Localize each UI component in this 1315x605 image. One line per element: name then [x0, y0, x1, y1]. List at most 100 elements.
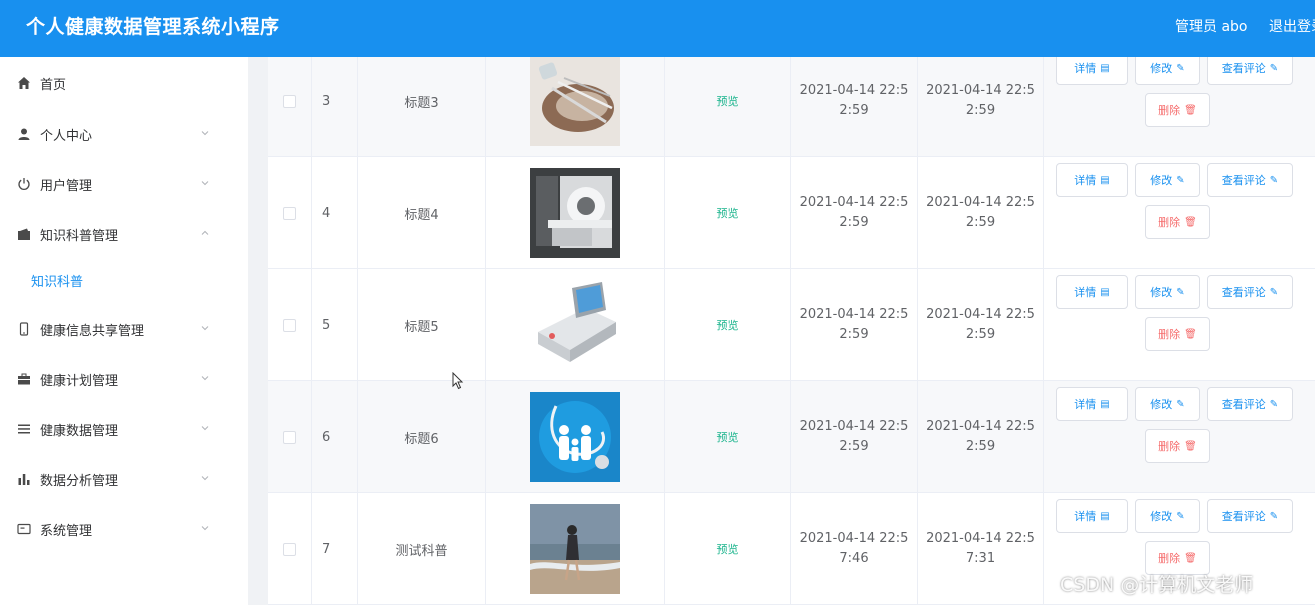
row-checkbox[interactable] — [283, 206, 296, 220]
edit-button[interactable]: 修改 ✎ — [1135, 275, 1200, 309]
edit-button-label: 修改 — [1150, 286, 1173, 299]
detail-button-label: 详情 — [1074, 510, 1097, 523]
title-cell: 标题5 — [358, 269, 486, 381]
updated-time-line2: 2:59 — [965, 327, 996, 342]
updated-time-line1: 2021-04-14 22:5 — [926, 83, 1035, 98]
row-checkbox[interactable] — [283, 542, 296, 556]
sidebar-item-personal-center[interactable]: 个人中心 — [0, 116, 248, 152]
row-checkbox[interactable] — [283, 430, 296, 444]
trash-icon: 🗑 — [1184, 216, 1197, 228]
updated-time-cell: 2021-04-14 22:5 2:59 — [918, 57, 1044, 157]
detail-button-label: 详情 — [1074, 398, 1097, 411]
sidebar-menu: 首页 个人中心 用户管理 知识科普管理 知识科普 健康信息共享管理 健康计划管理… — [0, 57, 248, 605]
list-icon — [17, 422, 31, 436]
sidebar-item-label: 用户管理 — [40, 178, 93, 194]
preview-link[interactable]: 预览 — [717, 205, 739, 221]
logout-link[interactable]: 退出登录 — [1269, 16, 1315, 36]
chevron-down-icon — [201, 426, 209, 431]
image-cell — [486, 269, 665, 381]
pencil-icon: ✎ — [1176, 62, 1185, 74]
view-comments-button[interactable]: 查看评论 ✎ — [1207, 57, 1293, 85]
edit-button-label: 修改 — [1150, 398, 1173, 411]
delete-button[interactable]: 删除 🗑 — [1145, 429, 1210, 463]
trash-icon: 🗑 — [1184, 552, 1197, 564]
sidebar-item-label: 健康信息共享管理 — [40, 323, 145, 339]
index-cell: 3 — [312, 57, 358, 157]
sidebar-item-data-analysis[interactable]: 数据分析管理 — [0, 461, 248, 497]
view-comments-button[interactable]: 查看评论 ✎ — [1207, 387, 1293, 421]
sidebar-item-home[interactable]: 首页 — [0, 65, 248, 101]
image-cell — [486, 381, 665, 493]
row-checkbox[interactable] — [283, 94, 296, 108]
sidebar-item-user-management[interactable]: 用户管理 — [0, 166, 248, 202]
index-cell: 5 — [312, 269, 358, 381]
pencil-icon: ✎ — [1269, 174, 1279, 186]
created-time-line2: 2:59 — [839, 103, 869, 118]
edit-button[interactable]: 修改 ✎ — [1135, 163, 1200, 197]
created-time-cell: 2021-04-14 22:5 7:46 — [791, 493, 918, 605]
operations-cell: 详情 ▤ 修改 ✎ 查看评论 ✎ 删除 🗑 — [1044, 57, 1315, 157]
sidebar-item-health-data[interactable]: 健康数据管理 — [0, 411, 248, 447]
detail-button[interactable]: 详情 ▤ — [1056, 387, 1128, 421]
chevron-down-icon — [201, 326, 209, 331]
updated-time-line2: 2:59 — [965, 215, 996, 230]
table-row: 3 标题3 预览 2021-04-14 22:5 2:59 2021-04-14 … — [268, 57, 1315, 157]
beach-person-image — [530, 504, 620, 594]
detail-button[interactable]: 详情 ▤ — [1056, 275, 1128, 309]
edit-button[interactable]: 修改 ✎ — [1135, 387, 1200, 421]
dental-tools-image — [530, 57, 620, 146]
created-time-cell: 2021-04-14 22:5 2:59 — [791, 269, 918, 381]
title-cell: 标题6 — [358, 381, 486, 493]
preview-link[interactable]: 预览 — [717, 541, 739, 557]
briefcase-icon — [17, 372, 31, 386]
view-comments-button[interactable]: 查看评论 ✎ — [1207, 499, 1293, 533]
created-time-line1: 2021-04-14 22:5 — [799, 531, 909, 546]
sidebar-item-health-info-sharing[interactable]: 健康信息共享管理 — [0, 311, 248, 347]
delete-button[interactable]: 删除 🗑 — [1145, 317, 1210, 351]
created-time-line1: 2021-04-14 22:5 — [799, 307, 909, 322]
view-comments-button[interactable]: 查看评论 ✎ — [1207, 275, 1293, 309]
detail-button[interactable]: 详情 ▤ — [1056, 57, 1128, 85]
view-comments-label: 查看评论 — [1221, 510, 1266, 523]
created-time-line2: 2:59 — [839, 439, 869, 454]
document-icon: ▤ — [1100, 510, 1110, 522]
pencil-icon: ✎ — [1176, 510, 1185, 522]
chevron-down-icon — [201, 526, 209, 531]
delete-button[interactable]: 删除 🗑 — [1145, 205, 1210, 239]
view-comments-label: 查看评论 — [1221, 62, 1266, 75]
created-time-line2: 2:59 — [839, 215, 869, 230]
index-cell: 4 — [312, 157, 358, 269]
ct-scanner-image — [530, 168, 620, 258]
edit-button[interactable]: 修改 ✎ — [1135, 57, 1200, 85]
preview-link[interactable]: 预览 — [717, 429, 739, 445]
delete-button-label: 删除 — [1158, 552, 1181, 565]
edit-button[interactable]: 修改 ✎ — [1135, 499, 1200, 533]
detail-button[interactable]: 详情 ▤ — [1056, 499, 1128, 533]
pencil-icon: ✎ — [1176, 174, 1185, 186]
sidebar-item-knowledge-management[interactable]: 知识科普管理 — [0, 216, 248, 252]
index-cell: 7 — [312, 493, 358, 605]
sidebar-item-health-plan[interactable]: 健康计划管理 — [0, 361, 248, 397]
delete-button[interactable]: 删除 🗑 — [1145, 93, 1210, 127]
detail-button[interactable]: 详情 ▤ — [1056, 163, 1128, 197]
created-time-cell: 2021-04-14 22:5 2:59 — [791, 157, 918, 269]
chevron-down-icon — [201, 131, 209, 136]
created-time-line1: 2021-04-14 22:5 — [799, 195, 909, 210]
view-comments-button[interactable]: 查看评论 ✎ — [1207, 163, 1293, 197]
preview-link[interactable]: 预览 — [717, 93, 739, 109]
sidebar-item-system-management[interactable]: 系统管理 — [0, 511, 248, 547]
preview-cell: 预览 — [665, 269, 791, 381]
image-cell — [486, 493, 665, 605]
home-icon — [17, 76, 31, 90]
document-icon: ▤ — [1100, 398, 1110, 410]
user-icon — [17, 127, 31, 141]
view-comments-label: 查看评论 — [1221, 286, 1266, 299]
edit-button-label: 修改 — [1150, 62, 1173, 75]
row-checkbox[interactable] — [283, 318, 296, 332]
updated-time-cell: 2021-04-14 22:5 2:59 — [918, 269, 1044, 381]
current-user[interactable]: 管理员 abo — [1175, 16, 1247, 36]
preview-link[interactable]: 预览 — [717, 317, 739, 333]
sidebar-subitem-knowledge[interactable]: 知识科普 — [0, 262, 248, 298]
pencil-icon: ✎ — [1269, 398, 1279, 410]
operations-cell: 详情 ▤ 修改 ✎ 查看评论 ✎ 删除 🗑 — [1044, 269, 1315, 381]
